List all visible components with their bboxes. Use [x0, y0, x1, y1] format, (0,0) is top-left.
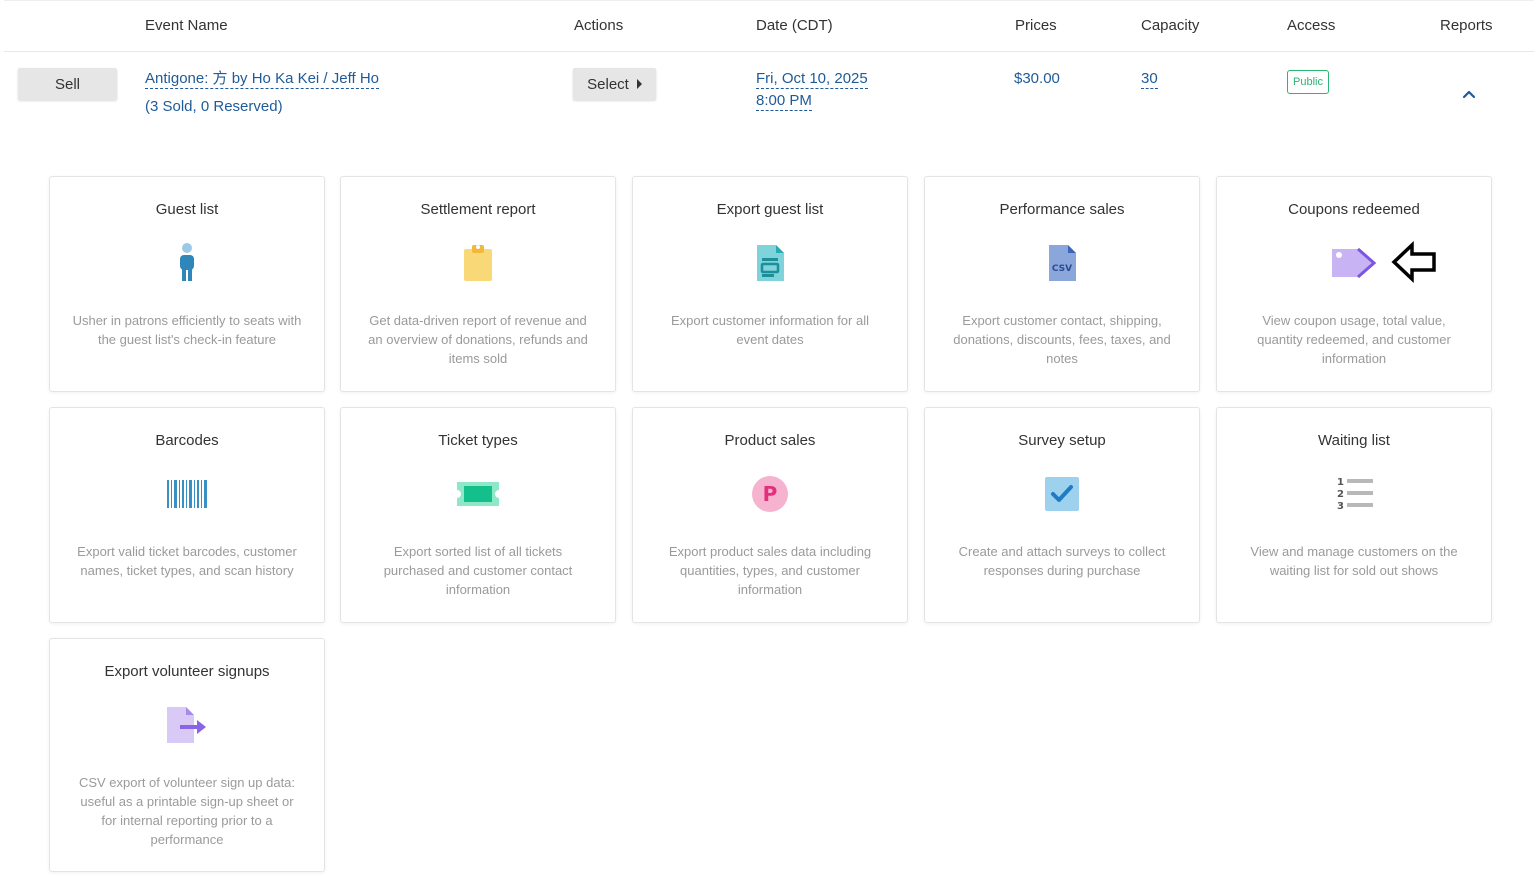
- card-title: Coupons redeemed: [1288, 201, 1420, 218]
- checkbox-icon: [1038, 472, 1086, 516]
- select-actions-button[interactable]: Select: [573, 68, 656, 100]
- card-description: View coupon usage, total value, quantity…: [1257, 313, 1451, 366]
- csv-file-icon: CSV: [1038, 241, 1086, 285]
- report-card-performance-sales[interactable]: Performance sales CSV Export customer co…: [924, 176, 1200, 392]
- svg-text:1: 1: [1337, 477, 1344, 488]
- header-actions: Actions: [574, 17, 624, 34]
- card-description: Export customer contact, shipping, donat…: [953, 313, 1171, 366]
- select-label: Select: [587, 75, 629, 93]
- header-prices: Prices: [1015, 17, 1057, 34]
- svg-text:P: P: [763, 482, 778, 506]
- numbered-list-icon: 1 2 3: [1330, 472, 1378, 516]
- card-title: Settlement report: [420, 201, 536, 218]
- report-card-guest-list[interactable]: Guest list Usher in patrons efficiently …: [49, 176, 325, 392]
- svg-text:3: 3: [1337, 501, 1344, 512]
- report-card-waiting-list[interactable]: Waiting list 1 2 3 View and manage custo…: [1216, 407, 1492, 623]
- card-description: Export product sales data including quan…: [668, 544, 872, 597]
- sell-button[interactable]: Sell: [18, 68, 117, 100]
- event-capacity-link[interactable]: 30: [1141, 70, 1158, 89]
- card-title: Export volunteer signups: [104, 663, 270, 680]
- barcode-icon: [163, 472, 211, 516]
- svg-text:2: 2: [1337, 489, 1344, 500]
- report-card-product-sales[interactable]: Product sales P Export product sales dat…: [632, 407, 908, 623]
- card-description: View and manage customers on the waiting…: [1250, 544, 1458, 578]
- header-reports: Reports: [1440, 17, 1493, 34]
- card-title: Survey setup: [1018, 432, 1106, 449]
- header-date: Date (CDT): [756, 17, 833, 34]
- access-status-badge: Public: [1287, 70, 1329, 94]
- card-description: Export valid ticket barcodes, customer n…: [77, 544, 297, 578]
- card-description: Create and attach surveys to collect res…: [958, 544, 1166, 578]
- header-event-name: Event Name: [145, 17, 228, 34]
- header-access: Access: [1287, 17, 1336, 34]
- card-title: Performance sales: [999, 201, 1125, 218]
- caret-right-icon: [636, 79, 642, 89]
- card-description: Export sorted list of all tickets purcha…: [383, 544, 573, 597]
- report-card-export-guest-list[interactable]: Export guest list Export customer inform…: [632, 176, 908, 392]
- pointer-arrow-icon: [1391, 240, 1436, 284]
- card-description: Get data-driven report of revenue and an…: [368, 313, 588, 366]
- card-title: Guest list: [155, 201, 219, 218]
- report-card-settlement-report[interactable]: Settlement report Get data-driven report…: [340, 176, 616, 392]
- product-p-icon: P: [746, 472, 794, 516]
- tag-icon: [1330, 241, 1378, 285]
- card-title: Waiting list: [1318, 432, 1390, 449]
- event-date-link[interactable]: Fri, Oct 10, 2025: [756, 70, 868, 89]
- svg-text:CSV: CSV: [1052, 264, 1072, 274]
- card-title: Export guest list: [716, 201, 824, 218]
- card-description: Export customer information for all even…: [671, 313, 869, 347]
- report-card-coupons-redeemed[interactable]: Coupons redeemed View coupon usage, tota…: [1216, 176, 1492, 392]
- file-export-icon: [163, 703, 211, 747]
- person-icon: [163, 241, 211, 285]
- card-title: Product sales: [724, 432, 816, 449]
- card-description: CSV export of volunteer sign up data: us…: [78, 775, 296, 847]
- event-sold-count: (3 Sold, 0 Reserved): [145, 98, 283, 115]
- card-description: Usher in patrons efficiently to seats wi…: [72, 313, 302, 347]
- report-card-export-volunteer-signups[interactable]: Export volunteer signups CSV export of v…: [49, 638, 325, 872]
- report-card-barcodes[interactable]: Barcodes Export valid ticket barcodes, c…: [49, 407, 325, 623]
- chevron-up-icon[interactable]: [1461, 86, 1477, 102]
- card-title: Ticket types: [438, 432, 518, 449]
- ticket-icon: [454, 472, 502, 516]
- report-card-survey-setup[interactable]: Survey setup Create and attach surveys t…: [924, 407, 1200, 623]
- document-export-icon: [746, 241, 794, 285]
- report-card-ticket-types[interactable]: Ticket types Export sorted list of all t…: [340, 407, 616, 623]
- event-name-link[interactable]: Antigone: 方 by Ho Ka Kei / Jeff Ho: [145, 70, 380, 89]
- clipboard-icon: [454, 241, 502, 285]
- header-capacity: Capacity: [1141, 17, 1200, 34]
- event-time-link[interactable]: 8:00 PM: [756, 92, 812, 111]
- event-price: $30.00: [1014, 70, 1060, 87]
- card-title: Barcodes: [155, 432, 219, 449]
